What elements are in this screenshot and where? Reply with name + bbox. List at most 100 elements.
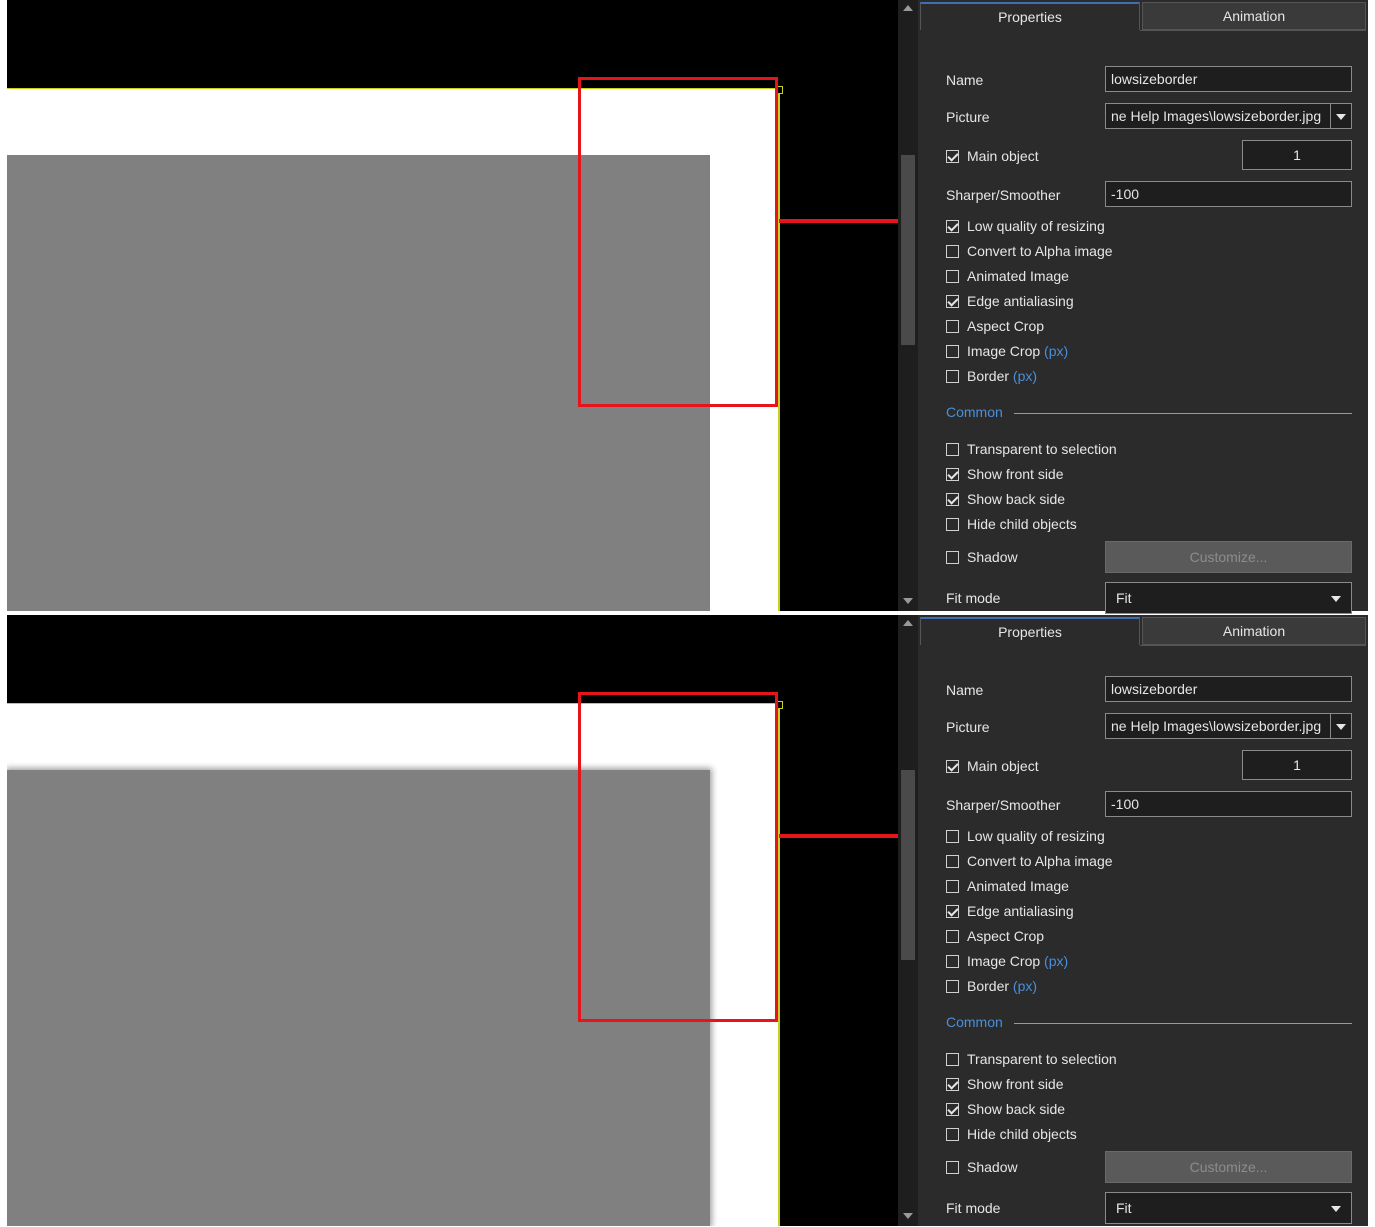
scroll-thumb[interactable] <box>901 770 915 960</box>
image-crop-checkbox[interactable]: Image Crop (px) <box>946 952 1068 970</box>
image-crop-checkbox[interactable]: Image Crop (px) <box>946 342 1068 360</box>
animated-image-label: Animated Image <box>967 878 1069 894</box>
checkbox-icon <box>946 855 959 868</box>
checkbox-icon <box>946 150 959 163</box>
scroll-up-icon[interactable] <box>903 5 913 11</box>
chevron-down-icon <box>1331 1206 1341 1212</box>
aspect-crop-checkbox[interactable]: Aspect Crop <box>946 317 1044 335</box>
border-unit: (px) <box>1012 978 1038 994</box>
checkbox-icon <box>946 370 959 383</box>
checkbox-icon <box>946 443 959 456</box>
chevron-down-icon <box>1336 724 1346 730</box>
checkbox-icon <box>946 830 959 843</box>
checkbox-icon <box>946 1078 959 1091</box>
animated-image-checkbox[interactable]: Animated Image <box>946 877 1069 895</box>
preview-canvas[interactable] <box>7 0 898 611</box>
low-quality-checkbox[interactable]: Low quality of resizing <box>946 827 1105 845</box>
scroll-down-icon[interactable] <box>903 598 913 604</box>
checkbox-icon <box>946 551 959 564</box>
sharper-label: Sharper/Smoother <box>946 797 1061 813</box>
highlight-box <box>578 692 778 1022</box>
picture-dropdown-button[interactable] <box>1330 713 1352 739</box>
sharper-input[interactable]: -100 <box>1105 791 1352 817</box>
picture-input[interactable]: ne Help Images\lowsizeborder.jpg <box>1105 103 1332 129</box>
low-quality-label: Low quality of resizing <box>967 828 1105 844</box>
fit-mode-select[interactable]: Fit <box>1105 582 1352 614</box>
tab-properties[interactable]: Properties <box>920 2 1140 30</box>
chevron-down-icon <box>1331 596 1341 602</box>
scroll-up-icon[interactable] <box>903 620 913 626</box>
aspect-crop-checkbox[interactable]: Aspect Crop <box>946 927 1044 945</box>
picture-dropdown-button[interactable] <box>1330 103 1352 129</box>
convert-alpha-label: Convert to Alpha image <box>967 243 1113 259</box>
name-input[interactable]: lowsizeborder <box>1105 66 1352 92</box>
customize-button[interactable]: Customize... <box>1105 1151 1352 1183</box>
tab-animation[interactable]: Animation <box>1142 617 1366 645</box>
chevron-down-icon <box>1336 114 1346 120</box>
aspect-crop-label: Aspect Crop <box>967 318 1045 334</box>
show-front-checkbox[interactable]: Show front side <box>946 1075 1064 1093</box>
common-section-label: Common <box>946 404 1003 420</box>
hide-child-checkbox[interactable]: Hide child objects <box>946 1125 1077 1143</box>
highlight-box <box>578 77 778 407</box>
show-back-checkbox[interactable]: Show back side <box>946 1100 1065 1118</box>
scroll-down-icon[interactable] <box>903 1213 913 1219</box>
show-front-checkbox[interactable]: Show front side <box>946 465 1064 483</box>
sharper-input[interactable]: -100 <box>1105 181 1352 207</box>
low-quality-checkbox[interactable]: Low quality of resizing <box>946 217 1105 235</box>
panel-scrollbar[interactable] <box>898 615 918 1226</box>
name-label: Name <box>946 72 984 88</box>
checkbox-icon <box>946 1103 959 1116</box>
aspect-crop-label: Aspect Crop <box>967 928 1045 944</box>
checkbox-icon <box>946 245 959 258</box>
checkbox-icon <box>946 493 959 506</box>
shadow-checkbox[interactable]: Shadow <box>946 1158 1018 1176</box>
main-object-label: Main object <box>967 758 1039 774</box>
border-checkbox[interactable]: Border (px) <box>946 977 1037 995</box>
tab-properties[interactable]: Properties <box>920 617 1140 645</box>
checkbox-icon <box>946 955 959 968</box>
transparent-checkbox[interactable]: Transparent to selection <box>946 1050 1117 1068</box>
main-object-checkbox[interactable]: Main object <box>946 757 1039 775</box>
shadow-checkbox[interactable]: Shadow <box>946 548 1018 566</box>
main-object-label: Main object <box>967 148 1039 164</box>
checkbox-icon <box>946 760 959 773</box>
checkbox-icon <box>946 270 959 283</box>
checkbox-icon <box>946 1128 959 1141</box>
border-unit: (px) <box>1012 368 1038 384</box>
animated-image-checkbox[interactable]: Animated Image <box>946 267 1069 285</box>
edge-antialiasing-checkbox[interactable]: Edge antialiasing <box>946 902 1074 920</box>
scroll-thumb[interactable] <box>901 155 915 345</box>
fit-mode-select[interactable]: Fit <box>1105 1192 1352 1224</box>
picture-input[interactable]: ne Help Images\lowsizeborder.jpg <box>1105 713 1332 739</box>
picture-label: Picture <box>946 719 990 735</box>
screenshot-bottom: Properties Animation Name lowsizeborder … <box>0 615 1375 1226</box>
show-back-checkbox[interactable]: Show back side <box>946 490 1065 508</box>
transparent-label: Transparent to selection <box>967 1051 1117 1067</box>
arrow-shaft <box>779 834 898 838</box>
image-crop-label: Image Crop <box>967 343 1041 359</box>
checkbox-icon <box>946 930 959 943</box>
name-input[interactable]: lowsizeborder <box>1105 676 1352 702</box>
arrow-shaft <box>779 219 898 223</box>
checkbox-icon <box>946 905 959 918</box>
convert-alpha-checkbox[interactable]: Convert to Alpha image <box>946 242 1113 260</box>
main-object-checkbox[interactable]: Main object <box>946 147 1039 165</box>
panel-scrollbar[interactable] <box>898 0 918 611</box>
edge-antialiasing-checkbox[interactable]: Edge antialiasing <box>946 292 1074 310</box>
customize-button[interactable]: Customize... <box>1105 541 1352 573</box>
main-object-number[interactable]: 1 <box>1242 750 1352 780</box>
checkbox-icon <box>946 980 959 993</box>
checkbox-icon <box>946 345 959 358</box>
selection-outline-right <box>778 704 780 1226</box>
preview-canvas[interactable] <box>7 615 898 1226</box>
image-crop-unit: (px) <box>1044 343 1069 359</box>
tab-animation[interactable]: Animation <box>1142 2 1366 30</box>
hide-child-checkbox[interactable]: Hide child objects <box>946 515 1077 533</box>
transparent-checkbox[interactable]: Transparent to selection <box>946 440 1117 458</box>
main-object-number[interactable]: 1 <box>1242 140 1352 170</box>
convert-alpha-checkbox[interactable]: Convert to Alpha image <box>946 852 1113 870</box>
border-checkbox[interactable]: Border (px) <box>946 367 1037 385</box>
screenshot-top: Properties Animation Name lowsizeborder … <box>0 0 1375 614</box>
section-divider <box>1014 413 1352 414</box>
